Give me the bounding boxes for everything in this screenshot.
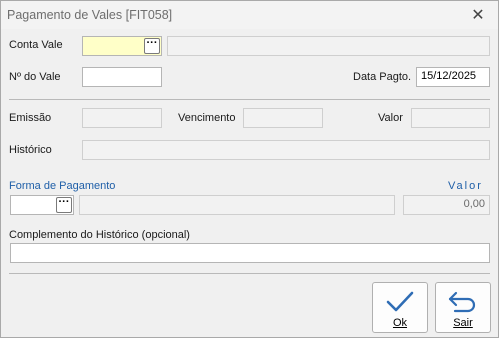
forma-pagamento-lookup-button[interactable]: ··· xyxy=(56,197,72,213)
valor-pagamento-value: 0,00 xyxy=(463,198,485,210)
ellipsis-icon: ··· xyxy=(58,196,70,208)
vencimento-label: Vencimento xyxy=(178,112,236,124)
data-pagto-label: Data Pagto. xyxy=(353,71,412,83)
window-title: Pagamento de Vales [FIT058] xyxy=(7,8,173,22)
footer-separator xyxy=(9,273,490,274)
ok-button[interactable]: Ok xyxy=(372,282,428,333)
complemento-input[interactable] xyxy=(10,243,490,263)
data-pagto-value: 15/12/2025 xyxy=(421,70,477,82)
close-button[interactable]: ✕ xyxy=(458,1,498,29)
conta-vale-description-field xyxy=(167,36,490,56)
forma-pagamento-label: Forma de Pagamento xyxy=(9,180,116,192)
emissao-field xyxy=(82,108,162,128)
data-pagto-input[interactable]: 15/12/2025 xyxy=(416,67,490,87)
title-bar: Pagamento de Vales [FIT058] ✕ xyxy=(1,1,498,29)
historico-label: Histórico xyxy=(9,144,52,156)
dialog-window: Pagamento de Vales [FIT058] ✕ Conta Vale… xyxy=(0,0,499,338)
valor-pagamento-label: Valor xyxy=(448,180,483,192)
vencimento-field xyxy=(243,108,323,128)
num-vale-input[interactable] xyxy=(82,67,162,87)
close-icon: ✕ xyxy=(471,7,485,24)
emissao-label: Emissão xyxy=(9,112,52,124)
return-arrow-icon xyxy=(448,291,476,313)
conta-vale-input[interactable]: ··· xyxy=(82,36,162,56)
forma-pagamento-input[interactable]: ··· xyxy=(10,195,74,215)
ellipsis-icon: ··· xyxy=(146,37,158,49)
valor-label: Valor xyxy=(378,112,403,124)
valor-field xyxy=(411,108,490,128)
checkmark-icon xyxy=(386,291,414,312)
historico-field xyxy=(82,140,490,160)
valor-pagamento-field: 0,00 xyxy=(403,195,490,215)
sair-button-label: Sair xyxy=(453,317,473,329)
sair-button[interactable]: Sair xyxy=(435,282,491,333)
ok-button-label: Ok xyxy=(392,317,408,329)
conta-vale-label: Conta Vale xyxy=(9,39,63,51)
num-vale-label: Nº do Vale xyxy=(9,71,61,83)
separator xyxy=(9,99,490,100)
forma-pagamento-description-field xyxy=(79,195,395,215)
conta-vale-lookup-button[interactable]: ··· xyxy=(144,38,160,54)
complemento-label: Complemento do Histórico (opcional) xyxy=(9,229,190,241)
